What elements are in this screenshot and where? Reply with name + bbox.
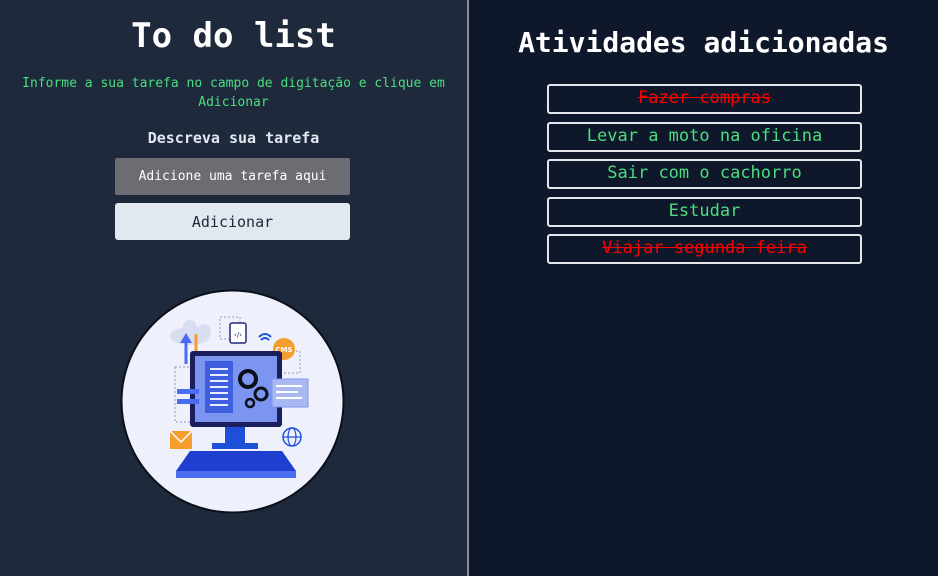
computer-dev-illustration-icon: ‹/› CMS [120, 289, 345, 514]
svg-text:‹/›: ‹/› [234, 331, 242, 339]
task-list: Fazer compras Levar a moto na oficina Sa… [547, 84, 862, 272]
task-item[interactable]: Fazer compras [547, 84, 862, 114]
task-item[interactable]: Levar a moto na oficina [547, 121, 862, 152]
task-input[interactable] [115, 158, 350, 195]
task-item[interactable]: Estudar [547, 196, 862, 227]
task-item[interactable]: Viajar segunda feira [547, 234, 862, 264]
added-activities-title: Atividades adicionadas [518, 26, 889, 59]
task-item[interactable]: Sair com o cachorro [547, 159, 862, 189]
task-input-label: Descreva sua tarefa [147, 129, 320, 147]
computer-dev-illustration: ‹/› CMS [120, 289, 345, 514]
page-title: To do list [131, 16, 336, 56]
add-task-button[interactable]: Adicionar [115, 203, 350, 240]
instruction-text: Informe a sua tarefa no campo de digitaç… [22, 76, 445, 110]
